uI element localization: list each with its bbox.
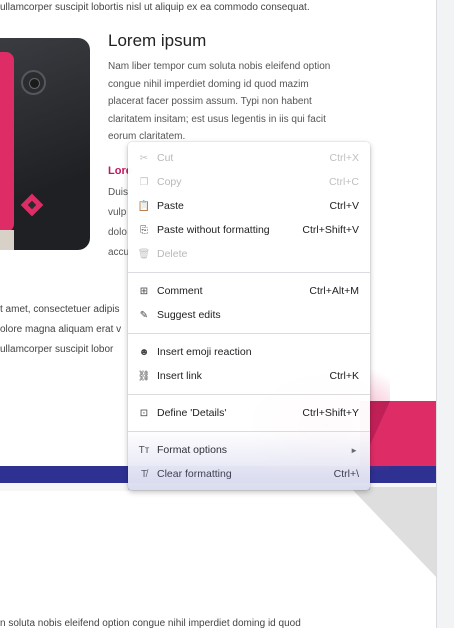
paragraph-line: Nam liber tempor cum soluta nobis eleife…	[108, 61, 331, 72]
doc-text-line: olore magna aliquam erat v	[0, 324, 122, 335]
copy-icon: ❐	[139, 176, 149, 188]
menu-item-label: Format options	[157, 444, 228, 456]
page-fold	[350, 487, 436, 579]
paragraph-line: congue nihil imperdiet doming id quod ma…	[108, 78, 309, 90]
menu-item-cut[interactable]: ✂ Cut Ctrl+X	[128, 146, 370, 170]
menu-item-suggest-edits[interactable]: ✎ Suggest edits	[128, 303, 370, 327]
clear-formatting-icon: T̸	[140, 468, 148, 480]
partial-text-line: Duis	[108, 187, 129, 198]
menu-item-insert-link[interactable]: ⛓ Insert link Ctrl+K	[128, 364, 370, 388]
camera-lens-image	[21, 70, 46, 95]
suggest-edits-icon: ✎	[139, 309, 149, 321]
paragraph-line: placerat facer possim assum. Typi non ha…	[108, 96, 312, 107]
menu-item-shortcut: Ctrl+X	[329, 152, 359, 164]
pink-banner	[360, 401, 436, 467]
menu-separator	[128, 272, 370, 273]
menu-item-label: Delete	[157, 248, 188, 260]
menu-item-label: Insert emoji reaction	[157, 346, 252, 358]
menu-item-shortcut: Ctrl+Shift+Y	[302, 407, 359, 419]
section-heading[interactable]: Lorem ipsum	[108, 31, 206, 51]
menu-item-paste-without-formatting[interactable]: ⎘ Paste without formatting Ctrl+Shift+V	[128, 218, 370, 242]
menu-item-label: Paste without formatting	[157, 224, 270, 236]
menu-item-comment[interactable]: ⊞ Comment Ctrl+Alt+M	[128, 279, 370, 303]
paste-icon: 📋	[137, 200, 151, 212]
menu-item-shortcut: Ctrl+V	[329, 200, 359, 212]
partial-text-line: vulp	[108, 207, 127, 218]
doc-text-line: ullamcorper suscipit lobor	[0, 344, 114, 355]
menu-item-format-options[interactable]: Tт Format options ►	[128, 438, 370, 462]
format-options-icon: Tт	[138, 444, 150, 456]
context-menu[interactable]: ✂ Cut Ctrl+X ❐ Copy Ctrl+C 📋 Paste Ctrl+V ⎘ Paste …	[128, 142, 370, 490]
menu-item-label: Cut	[157, 152, 174, 164]
delete-icon: 🗑	[137, 248, 151, 260]
partial-text-line: accu	[108, 247, 130, 258]
section-paragraph[interactable]: Nam liber tempor cum soluta nobis eleife…	[108, 58, 358, 146]
menu-item-label: Insert link	[157, 370, 202, 382]
menu-item-shortcut: Ctrl+C	[328, 176, 359, 188]
cut-icon: ✂	[139, 152, 149, 164]
menu-item-shortcut: Ctrl+Alt+M	[309, 285, 359, 297]
menu-item-label: Suggest edits	[157, 309, 221, 321]
menu-item-label: Define 'Details'	[157, 407, 227, 419]
define-icon: ⊡	[139, 407, 149, 419]
screen: ullamcorper suscipit lobortis nisl ut al…	[0, 0, 454, 628]
menu-item-label: Paste	[157, 200, 184, 212]
menu-item-shortcut: Ctrl+K	[329, 370, 359, 382]
menu-item-copy[interactable]: ❐ Copy Ctrl+C	[128, 170, 370, 194]
menu-item-clear-formatting[interactable]: T̸ Clear formatting Ctrl+\	[128, 462, 370, 486]
menu-item-define-details[interactable]: ⊡ Define 'Details' Ctrl+Shift+Y	[128, 401, 370, 425]
menu-item-shortcut: Ctrl+\	[333, 468, 359, 480]
menu-separator	[128, 394, 370, 395]
doc-text-line: ullamcorper suscipit lobortis nisl ut al…	[0, 2, 310, 13]
menu-item-label: Comment	[157, 285, 203, 297]
partial-text-line: dolo	[108, 227, 127, 238]
doc-text-line: t amet, consectetuer adipis	[0, 304, 120, 315]
phone-case-image	[0, 52, 14, 232]
comment-icon: ⊞	[139, 285, 149, 297]
submenu-arrow-icon: ►	[350, 445, 358, 455]
menu-item-paste[interactable]: 📋 Paste Ctrl+V	[128, 194, 370, 218]
paragraph-line: claritatem insitam; est usus legentis in…	[108, 113, 326, 125]
menu-item-label: Clear formatting	[157, 468, 232, 480]
menu-item-delete[interactable]: 🗑 Delete	[128, 242, 370, 266]
paste-plain-icon: ⎘	[140, 224, 148, 236]
menu-item-shortcut: Ctrl+Shift+V	[302, 224, 359, 236]
link-icon: ⛓	[137, 370, 151, 382]
emoji-icon: ☻	[138, 346, 150, 358]
menu-item-insert-emoji-reaction[interactable]: ☻ Insert emoji reaction	[128, 340, 370, 364]
menu-separator	[128, 333, 370, 334]
menu-item-label: Copy	[157, 176, 182, 188]
phone-edge-image	[0, 230, 14, 250]
doc-text-line: n soluta nobis eleifend option congue ni…	[0, 618, 301, 628]
menu-separator	[128, 431, 370, 432]
